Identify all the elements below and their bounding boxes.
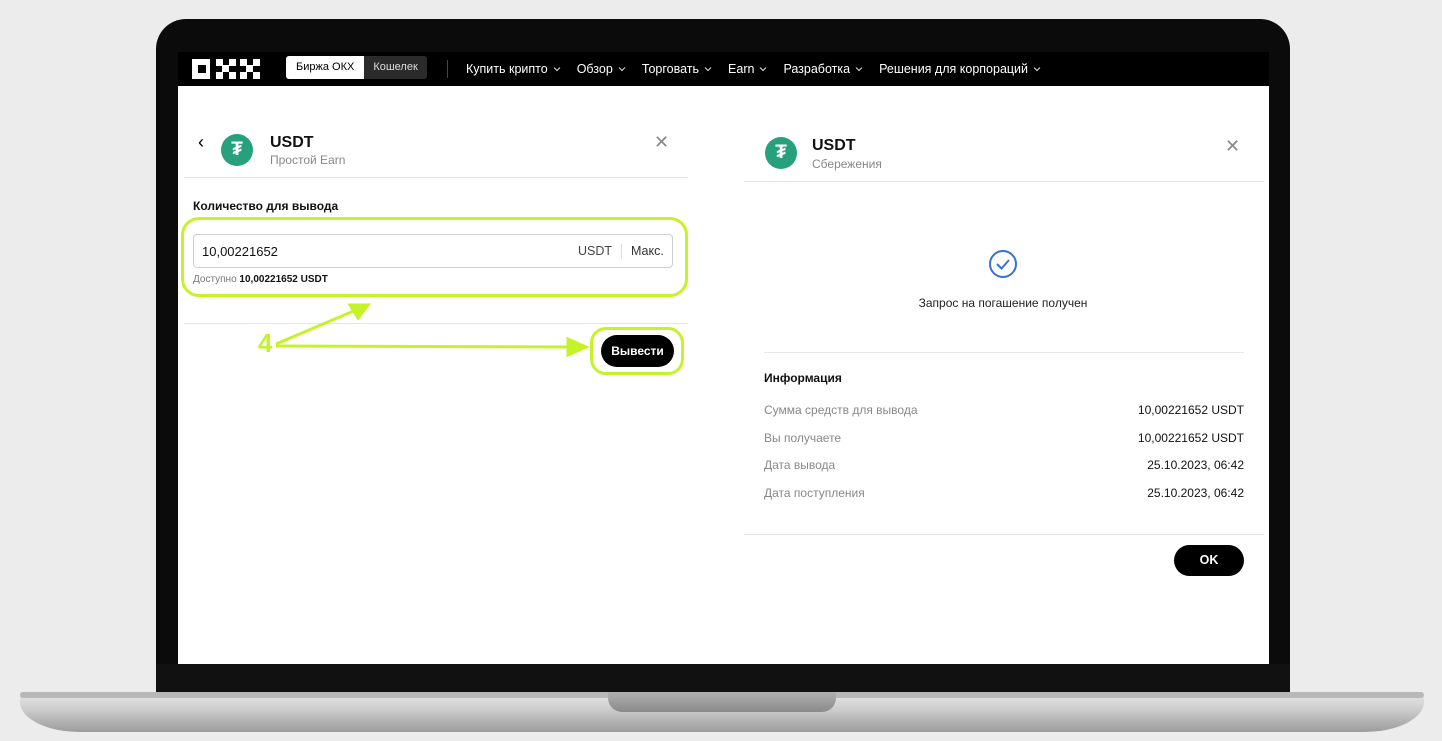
chevron-down-icon xyxy=(704,67,712,72)
info-row: Дата поступления 25.10.2023, 06:42 xyxy=(764,486,1244,502)
info-key: Дата поступления xyxy=(764,486,865,500)
browser-screen: Биржа ОКХ Кошелек Купить крипто Обзор То… xyxy=(178,52,1269,664)
info-value: 10,00221652 USDT xyxy=(1137,431,1244,445)
chevron-down-icon xyxy=(855,67,863,72)
info-key: Сумма средств для вывода xyxy=(764,403,918,417)
chevron-down-icon xyxy=(760,67,767,72)
divider xyxy=(764,352,1244,353)
close-icon[interactable]: ✕ xyxy=(1225,136,1240,157)
tether-icon: ₮ xyxy=(765,137,797,169)
ok-button[interactable]: OK xyxy=(1174,545,1244,576)
right-coin-subtitle: Сбережения xyxy=(812,157,882,171)
laptop-notch xyxy=(608,692,836,712)
info-value: 25.10.2023, 06:42 xyxy=(1147,458,1244,472)
menu-earn[interactable]: Earn xyxy=(728,62,767,76)
arrow-to-input xyxy=(275,308,357,346)
menu-development[interactable]: Разработка xyxy=(783,62,863,76)
menu-corporate[interactable]: Решения для корпораций xyxy=(879,62,1041,76)
menu-label: Решения для корпораций xyxy=(879,62,1029,76)
divider xyxy=(744,181,1264,182)
success-check-icon xyxy=(989,250,1017,278)
withdraw-button[interactable]: Вывести xyxy=(601,335,674,367)
info-row: Сумма средств для вывода 10,00221652 USDT xyxy=(764,403,1244,419)
info-title: Информация xyxy=(764,371,842,385)
arrow-to-button xyxy=(275,344,573,349)
menu-label: Earn xyxy=(728,62,755,76)
info-row: Дата вывода 25.10.2023, 06:42 xyxy=(764,458,1244,474)
info-value: 25.10.2023, 06:42 xyxy=(1147,486,1244,500)
right-coin-title: USDT xyxy=(812,137,856,154)
menu-label: Разработка xyxy=(783,62,851,76)
divider xyxy=(744,534,1264,535)
arrow-head xyxy=(566,336,590,358)
info-key: Вы получаете xyxy=(764,431,842,445)
info-key: Дата вывода xyxy=(764,458,836,472)
info-value: 10,00221652 USDT xyxy=(1137,403,1244,417)
arrow-head xyxy=(347,303,372,321)
chevron-down-icon xyxy=(1033,67,1041,72)
info-row: Вы получаете 10,00221652 USDT xyxy=(764,431,1244,447)
status-message: Запрос на погашение получен xyxy=(918,296,1088,310)
laptop-bezel xyxy=(156,664,1290,694)
